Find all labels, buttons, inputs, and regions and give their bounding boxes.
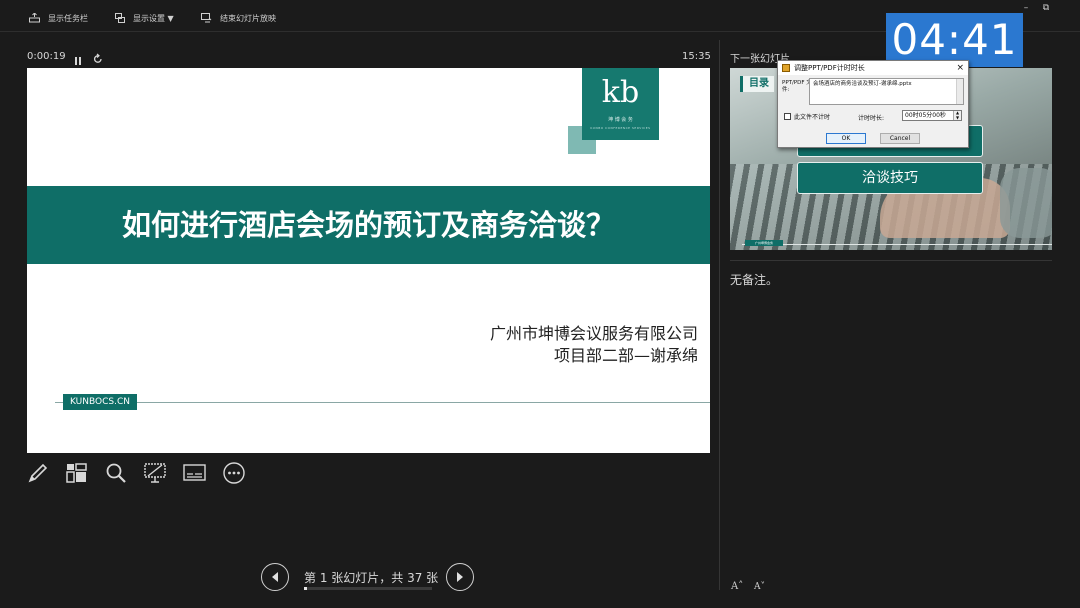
logo-english: KUNBO CONFERENCE SERVICES — [590, 126, 651, 130]
display-settings-button[interactable]: 显示设置 ▼ — [115, 11, 174, 25]
zoom-button[interactable] — [105, 460, 144, 486]
slide-divider — [55, 402, 710, 403]
file-path-value: 会场酒店的商务洽谈及预订-谢承绵.pptx — [813, 81, 912, 87]
end-show-button[interactable]: 结束幻灯片放映 — [201, 11, 276, 25]
ok-button[interactable]: OK — [826, 133, 866, 144]
slide-progress-bar — [304, 587, 432, 590]
duration-label: 计时时长: — [858, 115, 885, 122]
no-timer-label: 此文件不计时 — [794, 114, 831, 121]
slides-grid-icon — [66, 463, 87, 483]
no-timer-checkbox[interactable]: 此文件不计时 — [784, 112, 830, 121]
logo-glyph: kb — [601, 75, 640, 110]
file-label: PPT/PDF 文件: — [782, 80, 812, 93]
file-field-scrollbar[interactable] — [956, 79, 963, 104]
subtitles-icon — [183, 464, 206, 481]
magnifier-icon — [106, 463, 126, 483]
duration-spinner[interactable]: ▲ ▼ — [953, 110, 961, 120]
next-slide-button[interactable] — [446, 563, 474, 591]
countdown-timer: 04:41 — [886, 13, 1023, 67]
display-settings-icon — [115, 13, 125, 23]
subtitles-button[interactable] — [183, 460, 222, 486]
dialog-titlebar[interactable]: 调整PPT/PDF计时时长 — [778, 61, 968, 75]
pen-icon — [28, 463, 48, 483]
decrease-font-button[interactable]: A˅ — [754, 582, 765, 592]
more-options-button[interactable] — [222, 460, 261, 486]
dialog-close-button[interactable]: × — [956, 62, 964, 74]
current-clock: 15:35 — [682, 51, 711, 62]
slide-progress-fill — [304, 587, 308, 590]
display-settings-label: 显示设置 ▼ — [133, 13, 174, 23]
notes-divider — [730, 260, 1052, 261]
pane-divider[interactable] — [719, 40, 720, 590]
restart-icon[interactable] — [93, 50, 103, 69]
title-band: 如何进行酒店会场的预订及商务洽谈？ — [27, 186, 710, 264]
thumbnail-badge: 广州坤博会务 — [745, 240, 783, 246]
previous-slide-button[interactable] — [261, 563, 289, 591]
slide-counter[interactable]: 第 1 张幻灯片，共 37 张 — [304, 569, 438, 586]
see-all-slides-button[interactable] — [66, 460, 105, 486]
company-logo: kb 坤 博 会 务 KUNBO CONFERENCE SERVICES — [582, 68, 659, 140]
duration-field[interactable]: 00时05分00秒 ▲ ▼ — [902, 110, 962, 121]
elapsed-time: 0:00:19 — [27, 51, 66, 62]
end-show-icon — [201, 13, 212, 23]
cancel-button[interactable]: Cancel — [880, 133, 920, 144]
file-path-field[interactable]: 会场酒店的商务洽谈及预订-谢承绵.pptx — [809, 78, 964, 105]
next-arrow-icon — [457, 572, 463, 582]
current-slide[interactable]: kb 坤 博 会 务 KUNBO CONFERENCE SERVICES 如何进… — [27, 68, 710, 453]
dialog-app-icon — [782, 64, 790, 72]
black-screen-icon — [144, 463, 166, 483]
speaker-notes[interactable]: 无备注。 — [730, 271, 778, 288]
logo-subtitle: 坤 博 会 务 — [608, 117, 633, 123]
increase-font-button[interactable]: A˄ — [731, 581, 743, 592]
slide-url-badge: KUNBOCS.CN — [63, 394, 137, 410]
timer-adjust-dialog: 调整PPT/PDF计时时长 × PPT/PDF 文件: 会场酒店的商务洽谈及预订… — [777, 60, 969, 148]
presenter-tools — [27, 460, 261, 486]
slide-company: 广州市坤博会议服务有限公司 — [489, 324, 698, 343]
end-show-label: 结束幻灯片放映 — [220, 13, 276, 23]
more-icon — [223, 462, 245, 484]
dialog-title: 调整PPT/PDF计时时长 — [794, 64, 865, 72]
no-timer-checkbox-box[interactable] — [784, 113, 791, 120]
taskbar-icon — [29, 13, 40, 23]
restore-button[interactable]: ⧉ — [1039, 3, 1053, 15]
black-screen-button[interactable] — [144, 460, 183, 486]
thumbnail-sleeve-photo — [1000, 168, 1052, 238]
show-taskbar-button[interactable]: 显示任务栏 — [29, 11, 88, 25]
thumbnail-item-2: 洽谈技巧 — [797, 162, 983, 194]
slide-presenter: 项目部二部—谢承绵 — [553, 346, 698, 365]
thumbnail-toc-heading: 目录 — [740, 76, 774, 92]
previous-arrow-icon — [272, 572, 278, 582]
duration-value: 00时05分00秒 — [905, 112, 946, 119]
slide-title: 如何进行酒店会场的预订及商务洽谈？ — [121, 208, 615, 242]
thumbnail-divider — [742, 244, 1052, 245]
show-taskbar-label: 显示任务栏 — [48, 13, 88, 23]
pen-tool-button[interactable] — [27, 460, 66, 486]
